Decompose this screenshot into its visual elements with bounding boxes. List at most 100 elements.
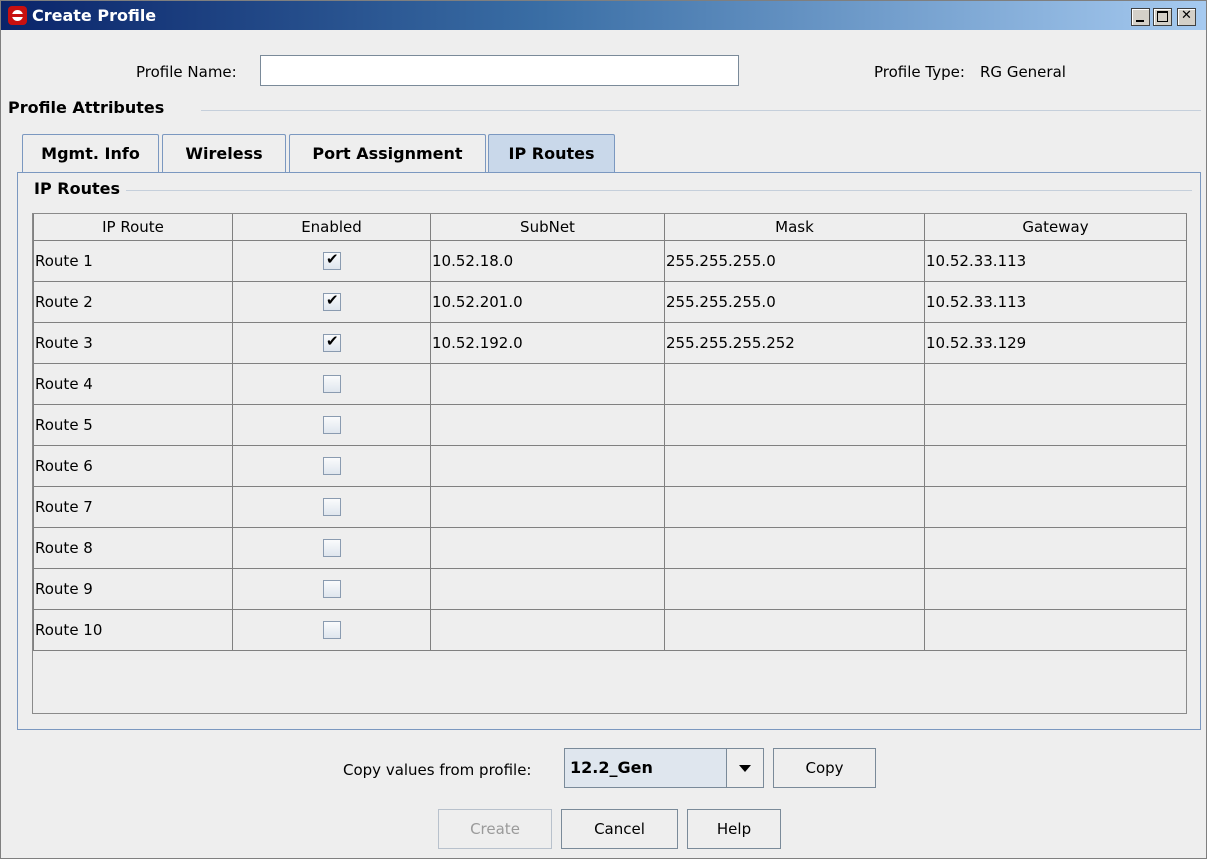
copy-values-label: Copy values from profile:: [343, 761, 532, 779]
ip-routes-group-divider: [126, 190, 1192, 191]
gateway-cell[interactable]: [924, 486, 1187, 528]
enabled-cell[interactable]: [232, 404, 431, 446]
enabled-checkbox[interactable]: [323, 580, 341, 599]
table-row[interactable]: Route 3 10.52.192.0255.255.255.25210.52.3…: [33, 322, 1187, 364]
table-row[interactable]: Route 8: [33, 527, 1187, 569]
mask-cell[interactable]: [664, 568, 925, 610]
tab-wireless[interactable]: Wireless: [162, 134, 286, 173]
tab-port-assignment[interactable]: Port Assignment: [289, 134, 486, 173]
enabled-cell[interactable]: [232, 486, 431, 528]
mask-cell[interactable]: 255.255.255.0: [664, 240, 925, 282]
mask-cell[interactable]: [664, 363, 925, 405]
mask-cell[interactable]: 255.255.255.0: [664, 281, 925, 323]
enabled-cell[interactable]: [232, 609, 431, 651]
copy-button[interactable]: Copy: [773, 748, 876, 788]
route-name-cell[interactable]: Route 1: [33, 240, 233, 282]
enabled-cell[interactable]: [232, 568, 431, 610]
title-bar[interactable]: Create Profile: [1, 1, 1206, 30]
subnet-cell[interactable]: [430, 445, 665, 487]
route-name-cell[interactable]: Route 4: [33, 363, 233, 405]
gateway-cell[interactable]: 10.52.33.113: [924, 240, 1187, 282]
table-header-row: IP Route Enabled SubNet Mask Gateway: [33, 214, 1187, 241]
profile-name-label: Profile Name:: [136, 63, 237, 81]
mask-cell[interactable]: [664, 609, 925, 651]
copy-profile-select-value: 12.2_Gen: [570, 758, 653, 777]
maximize-icon[interactable]: [1153, 8, 1172, 26]
gateway-cell[interactable]: [924, 527, 1187, 569]
create-button[interactable]: Create: [438, 809, 552, 849]
subnet-cell[interactable]: [430, 568, 665, 610]
subnet-cell[interactable]: 10.52.18.0: [430, 240, 665, 282]
cancel-button[interactable]: Cancel: [561, 809, 678, 849]
enabled-cell[interactable]: [232, 445, 431, 487]
enabled-checkbox[interactable]: [323, 250, 341, 271]
mask-cell[interactable]: [664, 445, 925, 487]
gateway-cell[interactable]: 10.52.33.113: [924, 281, 1187, 323]
enabled-checkbox[interactable]: [323, 498, 341, 517]
enabled-cell[interactable]: [232, 527, 431, 569]
table-row[interactable]: Route 9: [33, 568, 1187, 610]
table-row[interactable]: Route 2 10.52.201.0255.255.255.010.52.33.…: [33, 281, 1187, 323]
subnet-cell[interactable]: [430, 486, 665, 528]
gateway-cell[interactable]: [924, 445, 1187, 487]
column-header-subnet[interactable]: SubNet: [430, 214, 665, 241]
mask-cell[interactable]: [664, 486, 925, 528]
table-row[interactable]: Route 1 10.52.18.0255.255.255.010.52.33.1…: [33, 240, 1187, 282]
table-row[interactable]: Route 5: [33, 404, 1187, 446]
route-name-cell[interactable]: Route 7: [33, 486, 233, 528]
column-header-gateway[interactable]: Gateway: [924, 214, 1187, 241]
route-name-cell[interactable]: Route 10: [33, 609, 233, 651]
ip-routes-table-container[interactable]: IP Route Enabled SubNet Mask Gateway Rou…: [32, 213, 1187, 714]
enabled-checkbox[interactable]: [323, 416, 341, 435]
subnet-cell[interactable]: [430, 404, 665, 446]
column-header-ip-route[interactable]: IP Route: [33, 214, 233, 241]
enabled-cell[interactable]: [232, 322, 431, 364]
table-row[interactable]: Route 6: [33, 445, 1187, 487]
route-name-cell[interactable]: Route 2: [33, 281, 233, 323]
tab-ip-routes[interactable]: IP Routes: [488, 134, 615, 174]
close-icon[interactable]: [1177, 8, 1196, 26]
profile-type-value: RG General: [980, 63, 1066, 81]
table-row[interactable]: Route 7: [33, 486, 1187, 528]
app-icon: [8, 6, 27, 25]
mask-cell[interactable]: [664, 404, 925, 446]
create-profile-window: Create Profile Profile Name: Profile Typ…: [0, 0, 1207, 859]
column-header-enabled[interactable]: Enabled: [232, 214, 431, 241]
mask-cell[interactable]: [664, 527, 925, 569]
profile-name-input[interactable]: [260, 55, 739, 86]
route-name-cell[interactable]: Route 9: [33, 568, 233, 610]
table-row[interactable]: Route 10: [33, 609, 1187, 651]
enabled-checkbox[interactable]: [323, 539, 341, 558]
enabled-checkbox[interactable]: [323, 621, 341, 640]
table-row[interactable]: Route 4: [33, 363, 1187, 405]
enabled-checkbox[interactable]: [323, 375, 341, 394]
route-name-cell[interactable]: Route 3: [33, 322, 233, 364]
gateway-cell[interactable]: [924, 363, 1187, 405]
subnet-cell[interactable]: 10.52.201.0: [430, 281, 665, 323]
mask-cell[interactable]: 255.255.255.252: [664, 322, 925, 364]
subnet-cell[interactable]: [430, 527, 665, 569]
enabled-cell[interactable]: [232, 363, 431, 405]
copy-profile-select[interactable]: 12.2_Gen: [564, 748, 764, 788]
gateway-cell[interactable]: 10.52.33.129: [924, 322, 1187, 364]
enabled-checkbox[interactable]: [323, 332, 341, 353]
gateway-cell[interactable]: [924, 609, 1187, 651]
subnet-cell[interactable]: [430, 363, 665, 405]
enabled-checkbox[interactable]: [323, 457, 341, 476]
profile-attributes-heading: Profile Attributes: [8, 98, 165, 117]
chevron-down-icon[interactable]: [726, 749, 763, 787]
enabled-cell[interactable]: [232, 281, 431, 323]
route-name-cell[interactable]: Route 5: [33, 404, 233, 446]
column-header-mask[interactable]: Mask: [664, 214, 925, 241]
help-button[interactable]: Help: [687, 809, 781, 849]
tab-mgmt-info[interactable]: Mgmt. Info: [22, 134, 159, 173]
enabled-checkbox[interactable]: [323, 291, 341, 312]
minimize-icon[interactable]: [1131, 8, 1150, 26]
route-name-cell[interactable]: Route 8: [33, 527, 233, 569]
subnet-cell[interactable]: [430, 609, 665, 651]
gateway-cell[interactable]: [924, 568, 1187, 610]
enabled-cell[interactable]: [232, 240, 431, 282]
route-name-cell[interactable]: Route 6: [33, 445, 233, 487]
subnet-cell[interactable]: 10.52.192.0: [430, 322, 665, 364]
gateway-cell[interactable]: [924, 404, 1187, 446]
